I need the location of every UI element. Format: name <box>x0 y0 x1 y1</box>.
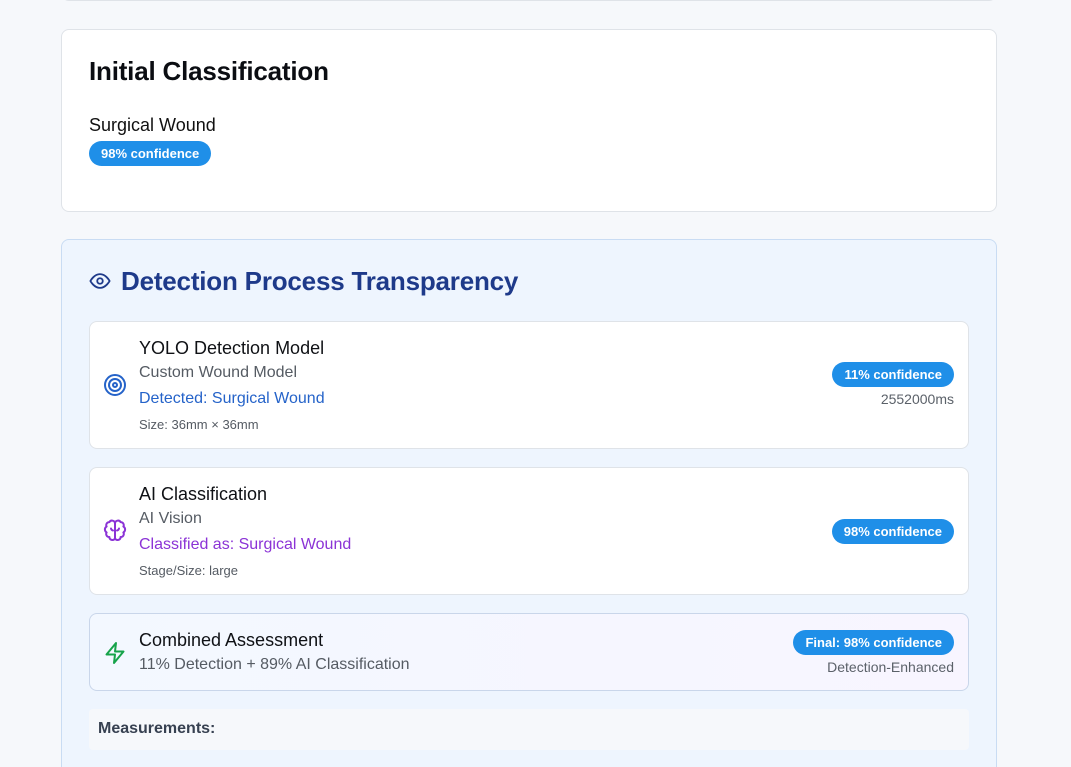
step-subtitle: Custom Wound Model <box>139 364 297 381</box>
step-title: Combined Assessment <box>139 630 324 650</box>
step-metrics: 98% confidence <box>831 519 954 544</box>
step-metrics: 11% confidence 2552000ms <box>832 362 954 407</box>
processing-time: 2552000ms <box>880 391 954 407</box>
step-title: YOLO Detection Model <box>139 338 325 358</box>
lightning-icon <box>103 641 127 665</box>
method-label: Detection-Enhanced <box>827 659 954 675</box>
page: Initial Classification Surgical Wound 98… <box>0 0 1071 767</box>
measurements-label: Measurements: <box>98 720 216 737</box>
step-metrics: Final: 98% confidence Detection-Enhanced <box>793 630 954 675</box>
final-confidence-badge: Final: 98% confidence <box>793 630 954 655</box>
step-subtitle: 11% Detection + 89% AI Classification <box>139 656 410 673</box>
step-result: Classified as: Surgical Wound <box>139 536 352 553</box>
target-icon <box>103 373 127 397</box>
step-result: Detected: Surgical Wound <box>139 390 325 407</box>
combined-assessment-step: Combined Assessment 11% Detection + 89% … <box>89 613 969 691</box>
initial-classification-title: Initial Classification <box>89 56 329 86</box>
transparency-header: Detection Process Transparency <box>89 264 518 298</box>
yolo-detection-step: YOLO Detection Model Custom Wound Model … <box>89 321 969 449</box>
eye-icon <box>89 273 111 289</box>
previous-card <box>61 0 997 1</box>
brain-icon <box>103 519 127 543</box>
step-title: AI Classification <box>139 484 268 504</box>
transparency-title: Detection Process Transparency <box>121 265 519 296</box>
classification-label: Surgical Wound <box>89 115 216 135</box>
confidence-badge: 98% confidence <box>89 141 212 166</box>
step-subtitle: AI Vision <box>139 510 202 527</box>
initial-classification-card: Initial Classification Surgical Wound 98… <box>61 29 997 212</box>
detection-transparency-panel: Detection Process Transparency YOLO Dete… <box>61 239 997 767</box>
step-stage: Stage/Size: large <box>139 563 239 578</box>
measurements-section: Measurements: <box>89 709 969 750</box>
confidence-badge: 11% confidence <box>832 362 954 387</box>
ai-classification-step: AI Classification AI Vision Classified a… <box>89 467 969 595</box>
step-size: Size: 36mm × 36mm <box>139 417 259 432</box>
confidence-badge: 98% confidence <box>831 519 954 544</box>
